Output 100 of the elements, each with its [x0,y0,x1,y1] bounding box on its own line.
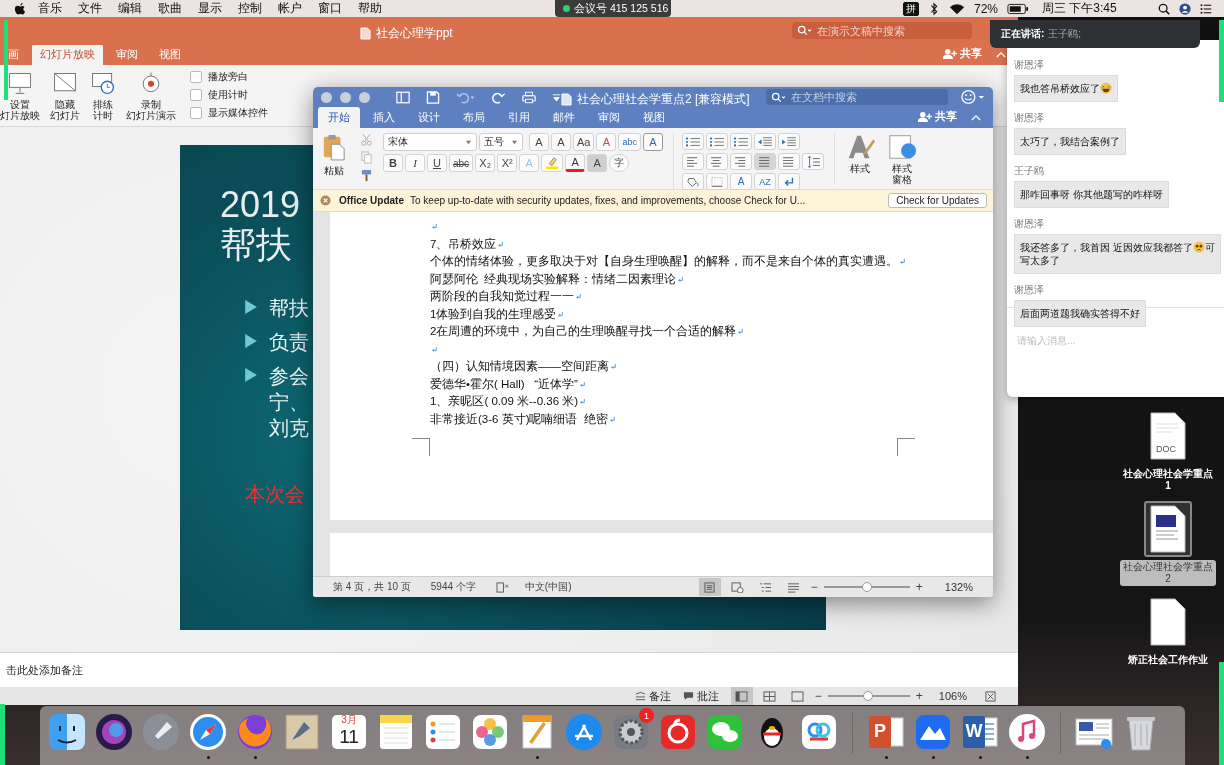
menu-item[interactable]: 帐户 [278,0,302,17]
normal-view-button[interactable] [730,687,753,705]
bold-button[interactable]: B [383,154,403,172]
share-button[interactable]: 共享 [918,109,957,124]
menu-item[interactable]: 歌曲 [158,0,182,17]
save-icon[interactable] [426,90,440,104]
styles-button[interactable]: 样式 [845,133,875,185]
menu-item[interactable]: 控制 [238,0,262,17]
ribbon-tab[interactable]: 幻灯片放映 [32,44,103,65]
message-input[interactable]: 请输入消息... [1015,332,1209,356]
bulleted-list-button[interactable] [682,133,704,150]
file-name[interactable]: 矫正社会工作作业 [1125,653,1211,667]
file-name[interactable]: 社会心理社会学重点 1 [1120,467,1216,493]
strikethrough-button[interactable]: abc [449,154,474,172]
ribbon-tab[interactable]: 引用 [498,107,540,128]
align-left-button[interactable] [682,153,704,170]
clear-formatting-button[interactable]: A [596,133,617,151]
print-icon[interactable] [522,90,536,104]
ribbon-tab[interactable]: 审阅 [588,107,630,128]
styles-pane-button[interactable]: 样式 窗格 [887,133,917,185]
align-center-button[interactable] [706,153,728,170]
slide-show-setup-button[interactable]: 设置 灯片放映 [0,70,40,121]
search-input[interactable]: 在文档中搜索 [789,90,943,104]
numbered-list-button[interactable] [706,133,728,150]
battery-icon[interactable] [1007,1,1030,16]
search-input[interactable]: 在演示文稿中搜索 [815,23,969,38]
underline-button[interactable]: U [427,154,447,172]
check-for-updates-button[interactable]: Check for Updates [888,193,987,208]
zoom-in-button[interactable]: + [915,689,923,703]
font-size-dropdown[interactable]: 五号 [479,133,523,151]
comments-button[interactable]: 批注 [682,688,719,704]
highlight-button[interactable] [541,154,564,172]
grow-font-button[interactable]: A [529,133,549,151]
proofing-icon[interactable] [495,581,509,593]
document-thumbnail-icon[interactable] [1144,501,1192,557]
rehearse-timings-button[interactable]: 排练 计时 [90,70,116,121]
bluetooth-icon[interactable] [928,1,940,16]
shrink-font-button[interactable]: A [551,133,571,151]
italic-button[interactable]: I [405,154,425,172]
redo-icon[interactable] [492,90,506,104]
clock[interactable]: 周三 下午3:45 [1042,0,1117,17]
show-marks-button[interactable] [778,173,800,190]
multilevel-list-button[interactable] [730,133,752,150]
minimize-button[interactable] [340,91,351,103]
apple-logo-icon[interactable] [14,1,26,16]
justify-button[interactable] [754,153,776,170]
sort-button[interactable]: AZ [754,173,776,190]
hide-slide-button[interactable]: 隐藏 幻灯片 [50,70,80,121]
collapse-ribbon-icon[interactable] [996,51,1006,58]
ribbon-tab[interactable]: 布局 [453,107,495,128]
change-case-button[interactable]: Aa [573,133,595,151]
checkbox[interactable] [190,107,202,119]
phonetic-guide-button[interactable]: abc [618,133,641,151]
menu-item[interactable]: 显示 [198,0,222,17]
collapse-ribbon-icon[interactable] [971,114,981,121]
enclosed-character-button[interactable]: 字 [609,154,630,172]
ribbon-tab[interactable]: 插入 [363,107,405,128]
increase-indent-button[interactable] [778,133,800,150]
smiley-feedback-icon[interactable] [961,89,985,105]
shading-button[interactable] [682,173,704,190]
menu-item[interactable]: 音乐 [38,0,62,17]
print-layout-button[interactable] [698,578,721,596]
menu-item[interactable]: 编辑 [118,0,142,17]
align-right-button[interactable] [730,153,752,170]
ribbon-tab[interactable]: 视图 [633,107,675,128]
menu-icon[interactable] [1199,1,1212,16]
wifi-icon[interactable] [949,1,965,16]
menu-item[interactable]: 文件 [78,0,102,17]
checkbox[interactable] [190,89,202,101]
subscript-button[interactable]: X₂ [475,154,496,172]
slider-thumb[interactable] [861,582,872,592]
character-border-button[interactable]: A [643,133,663,151]
distributed-button[interactable] [778,153,800,170]
user-avatar-icon[interactable] [1178,1,1191,16]
ribbon-tab[interactable]: 邮件 [543,107,585,128]
file-name[interactable]: 社会心理社会学重点 2 [1120,560,1216,586]
record-slide-show-button[interactable]: 录制 幻灯片演示 [126,70,176,121]
notes-button[interactable]: 备注 [634,688,671,704]
paste-button[interactable]: 粘贴 [322,133,346,178]
ribbon-tab[interactable]: 设计 [408,107,450,128]
zoom-out-button[interactable]: − [814,689,822,703]
checkbox[interactable] [190,71,202,83]
ribbon-tab[interactable]: 开始 [318,107,360,128]
meeting-indicator[interactable]: 会议号 415 125 516 [555,0,671,17]
notes-input[interactable]: 击此处添加备注 [0,663,308,677]
asian-layout-button[interactable]: A [730,173,752,190]
font-dropdown[interactable]: 宋体 [383,133,477,151]
undo-icon[interactable] [456,90,476,104]
sidebar-icon[interactable] [396,90,410,104]
shading-button[interactable]: A [587,154,608,172]
close-button[interactable] [321,91,332,103]
word-count[interactable]: 5944 个字 [430,580,476,594]
search-box[interactable]: 在文档中搜索 [766,89,948,105]
slider-thumb[interactable] [863,691,873,701]
menu-item[interactable]: 帮助 [358,0,382,17]
search-box[interactable]: 在演示文稿中搜索 [792,22,972,39]
line-spacing-button[interactable] [802,153,824,170]
input-method-indicator[interactable]: 拼 [903,1,919,16]
menu-item[interactable]: 窗口 [318,0,342,17]
language-indicator[interactable]: 中文(中国) [524,580,572,594]
